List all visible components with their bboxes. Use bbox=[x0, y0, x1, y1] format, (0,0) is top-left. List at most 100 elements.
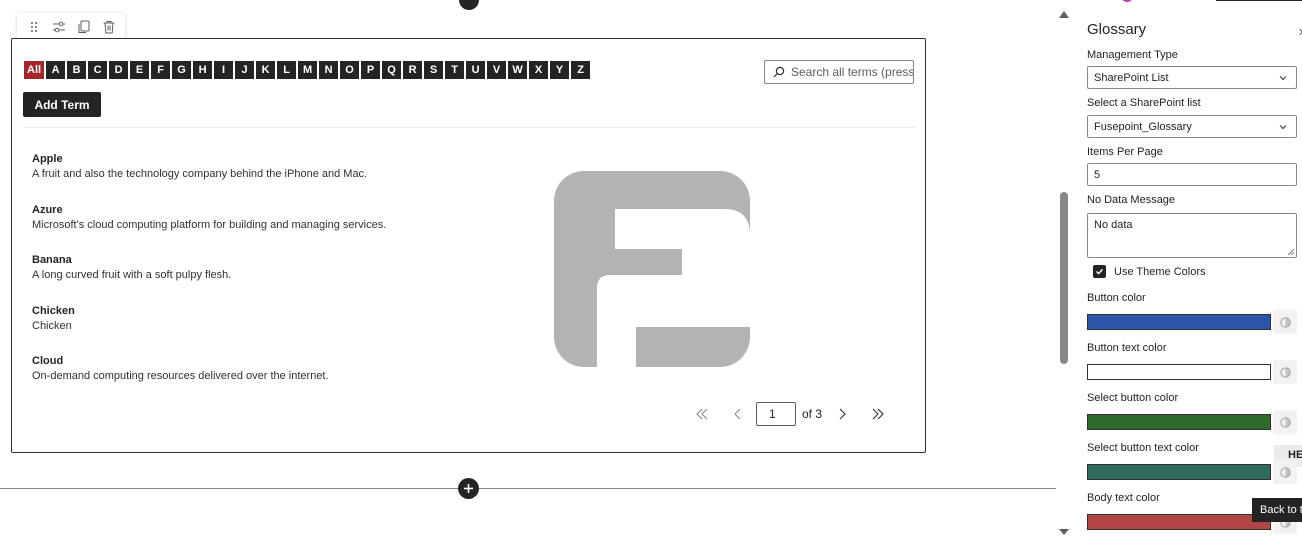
items-per-page-input[interactable]: 5 bbox=[1087, 163, 1297, 186]
no-data-message-textarea[interactable]: No data bbox=[1087, 213, 1297, 258]
use-theme-colors-checkbox[interactable]: Use Theme Colors bbox=[1093, 265, 1206, 278]
sharepoint-list-dropdown[interactable]: Fusepoint_Glossary bbox=[1087, 115, 1297, 138]
property-pane: Glossary ✕ Management Type SharePoint Li… bbox=[1072, 0, 1302, 536]
duplicate-icon[interactable] bbox=[73, 16, 95, 38]
letter-filter-c[interactable]: C bbox=[88, 61, 108, 79]
body-text-color-swatch[interactable] bbox=[1087, 514, 1271, 530]
sharepoint-list-value: Fusepoint_Glossary bbox=[1094, 120, 1192, 133]
items-per-page-value: 5 bbox=[1094, 168, 1101, 181]
use-theme-colors-label: Use Theme Colors bbox=[1114, 265, 1206, 278]
pane-title: Glossary bbox=[1087, 21, 1147, 38]
letter-filter-p[interactable]: P bbox=[361, 61, 381, 79]
page-canvas: AllABCDEFGHIJKLMNOPQRSTUVWXYZ Add Term A… bbox=[0, 0, 1056, 536]
search-box[interactable] bbox=[764, 60, 914, 84]
search-input[interactable] bbox=[791, 65, 913, 79]
term-title: Banana bbox=[32, 254, 72, 266]
reset-color-icon bbox=[1279, 366, 1291, 378]
letter-filter-q[interactable]: Q bbox=[382, 61, 402, 79]
letter-filter-j[interactable]: J bbox=[235, 61, 255, 79]
previous-page-icon[interactable] bbox=[728, 404, 748, 424]
term-item: Azure Microsoft's cloud computing platfo… bbox=[32, 203, 502, 254]
term-title: Azure bbox=[32, 203, 63, 216]
letter-filter-u[interactable]: U bbox=[466, 61, 486, 79]
pagination: of 3 bbox=[692, 402, 888, 426]
scroll-down-arrow[interactable] bbox=[1059, 529, 1069, 535]
reset-button-text-color[interactable] bbox=[1273, 360, 1297, 384]
drag-handle-icon[interactable] bbox=[23, 16, 45, 38]
add-term-button[interactable]: Add Term bbox=[23, 92, 101, 117]
back-to-top-tooltip[interactable]: Back to t bbox=[1252, 498, 1302, 522]
next-page-icon[interactable] bbox=[832, 404, 852, 424]
items-per-page-label: Items Per Page bbox=[1087, 146, 1163, 158]
reset-color-icon bbox=[1279, 416, 1291, 428]
delete-icon[interactable] bbox=[98, 16, 120, 38]
term-description: Microsoft's cloud computing platform for… bbox=[32, 218, 387, 231]
glossary-webpart: AllABCDEFGHIJKLMNOPQRSTUVWXYZ Add Term A… bbox=[11, 38, 926, 453]
checkbox-checked[interactable] bbox=[1093, 265, 1106, 278]
term-description: A long curved fruit with a soft pulpy fl… bbox=[32, 269, 232, 281]
select-button-text-color-swatch[interactable] bbox=[1087, 464, 1271, 480]
first-page-icon[interactable] bbox=[692, 404, 712, 424]
close-icon[interactable]: ✕ bbox=[1298, 26, 1302, 39]
letter-filter-y[interactable]: Y bbox=[550, 61, 570, 79]
reset-color-icon bbox=[1279, 316, 1291, 328]
page-count: of 3 bbox=[802, 407, 823, 421]
select-button-color-swatch[interactable] bbox=[1087, 414, 1271, 430]
letter-filter-s[interactable]: S bbox=[424, 61, 444, 79]
letter-filter-e[interactable]: E bbox=[130, 61, 150, 79]
management-type-dropdown[interactable]: SharePoint List bbox=[1087, 66, 1297, 89]
scroll-up-arrow[interactable] bbox=[1059, 11, 1069, 18]
edit-properties-icon[interactable] bbox=[48, 16, 70, 38]
term-item: Banana A long curved fruit with a soft p… bbox=[32, 253, 502, 304]
reset-select-button-color[interactable] bbox=[1273, 410, 1297, 434]
pane-indicator-dot bbox=[1122, 0, 1132, 2]
letter-filter-d[interactable]: D bbox=[109, 61, 129, 79]
term-description: On-demand computing resources delivered … bbox=[32, 370, 329, 382]
letter-filter-t[interactable]: T bbox=[445, 61, 465, 79]
letter-filter-z[interactable]: Z bbox=[571, 61, 591, 79]
canvas-scrollbar[interactable] bbox=[1056, 0, 1072, 536]
reset-color-icon bbox=[1279, 466, 1291, 478]
terms-list: Apple A fruit and also the technology co… bbox=[32, 152, 502, 405]
letter-filter-o[interactable]: O bbox=[340, 61, 360, 79]
letter-filter-x[interactable]: X bbox=[529, 61, 549, 79]
no-data-message-value: No data bbox=[1094, 219, 1133, 231]
webpart-toolbar bbox=[17, 13, 125, 41]
resize-grip-icon[interactable] bbox=[1287, 248, 1294, 255]
divider bbox=[23, 127, 915, 128]
letter-filter-r[interactable]: R bbox=[403, 61, 423, 79]
select-button-color-label: Select button color bbox=[1087, 392, 1179, 404]
select-button-text-color-label: Select button text color bbox=[1087, 442, 1199, 454]
body-text-color-label: Body text color bbox=[1087, 492, 1160, 504]
letter-filter-k[interactable]: K bbox=[256, 61, 276, 79]
term-title: Apple bbox=[32, 153, 63, 165]
button-text-color-swatch[interactable] bbox=[1087, 364, 1271, 380]
add-section-button[interactable] bbox=[458, 478, 479, 499]
no-data-message-label: No Data Message bbox=[1087, 194, 1176, 206]
letter-filter-l[interactable]: L bbox=[277, 61, 297, 79]
reset-button-color[interactable] bbox=[1273, 310, 1297, 334]
letter-filter-i[interactable]: I bbox=[214, 61, 234, 79]
letter-filter-g[interactable]: G bbox=[172, 61, 192, 79]
letter-filter-n[interactable]: N bbox=[319, 61, 339, 79]
button-color-swatch[interactable] bbox=[1087, 314, 1271, 330]
section-divider bbox=[0, 488, 1056, 489]
button-color-label: Button color bbox=[1087, 292, 1146, 304]
scroll-thumb[interactable] bbox=[1060, 192, 1068, 364]
letter-filter-w[interactable]: W bbox=[508, 61, 528, 79]
letter-filter-h[interactable]: H bbox=[193, 61, 213, 79]
term-title: Cloud bbox=[32, 355, 64, 367]
letter-filter-v[interactable]: V bbox=[487, 61, 507, 79]
letter-filter-a[interactable]: A bbox=[46, 61, 66, 79]
letter-filter-all[interactable]: All bbox=[24, 61, 45, 79]
letter-filter-f[interactable]: F bbox=[151, 61, 171, 79]
letter-filter-b[interactable]: B bbox=[67, 61, 87, 79]
reset-select-button-text-color[interactable] bbox=[1273, 460, 1297, 484]
last-page-icon[interactable] bbox=[868, 404, 888, 424]
management-type-value: SharePoint List bbox=[1094, 71, 1169, 84]
add-section-top-button[interactable] bbox=[459, 0, 479, 10]
chevron-down-icon bbox=[1279, 76, 1287, 81]
letter-filter-m[interactable]: M bbox=[298, 61, 318, 79]
term-description: Chicken bbox=[32, 319, 72, 332]
page-number-input[interactable] bbox=[756, 402, 796, 426]
